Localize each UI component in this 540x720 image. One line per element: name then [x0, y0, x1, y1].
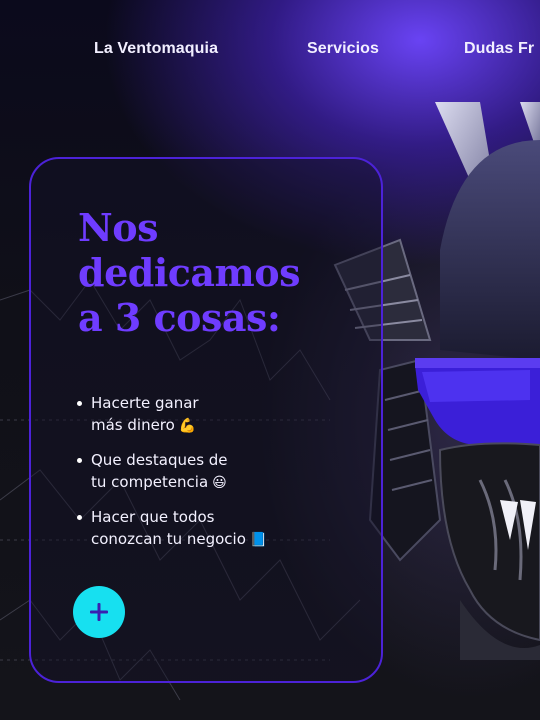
nav-link-servicios[interactable]: Servicios [307, 40, 379, 58]
plus-icon [90, 603, 108, 621]
flexed-biceps-icon: 💪 [178, 418, 197, 434]
headline-line-2: dedicamos [78, 250, 300, 295]
list-item-line-2: tu competencia [91, 473, 209, 491]
list-item-line-1: Hacerte ganar [91, 394, 199, 412]
headline-line-1: Nos [78, 205, 158, 250]
nav-link-dudas-frecuentes[interactable]: Dudas Fr [464, 40, 534, 58]
list-item: Que destaques de tu competencia 😃 [76, 449, 336, 494]
nav-link-la-ventomaquia[interactable]: La Ventomaquia [94, 40, 218, 58]
top-navigation: La Ventomaquia Servicios Dudas Fr [0, 40, 540, 66]
expand-plus-button[interactable] [73, 586, 125, 638]
list-item-line-2: conozcan tu negocio [91, 530, 246, 548]
blue-book-icon: 📘 [249, 532, 268, 548]
list-item-line-2: más dinero [91, 416, 175, 434]
smiley-face-icon: 😃 [212, 475, 227, 491]
list-item: Hacerte ganar más dinero 💪 [76, 392, 336, 437]
list-item-line-1: Hacer que todos [91, 508, 215, 526]
hero-headline: Nos dedicamos a 3 cosas: [78, 205, 378, 340]
list-item-line-1: Que destaques de [91, 451, 228, 469]
list-item: Hacer que todos conozcan tu negocio 📘 [76, 506, 336, 551]
services-list: Hacerte ganar más dinero 💪 Que destaques … [76, 392, 336, 563]
headline-line-3: a 3 cosas: [78, 295, 281, 340]
